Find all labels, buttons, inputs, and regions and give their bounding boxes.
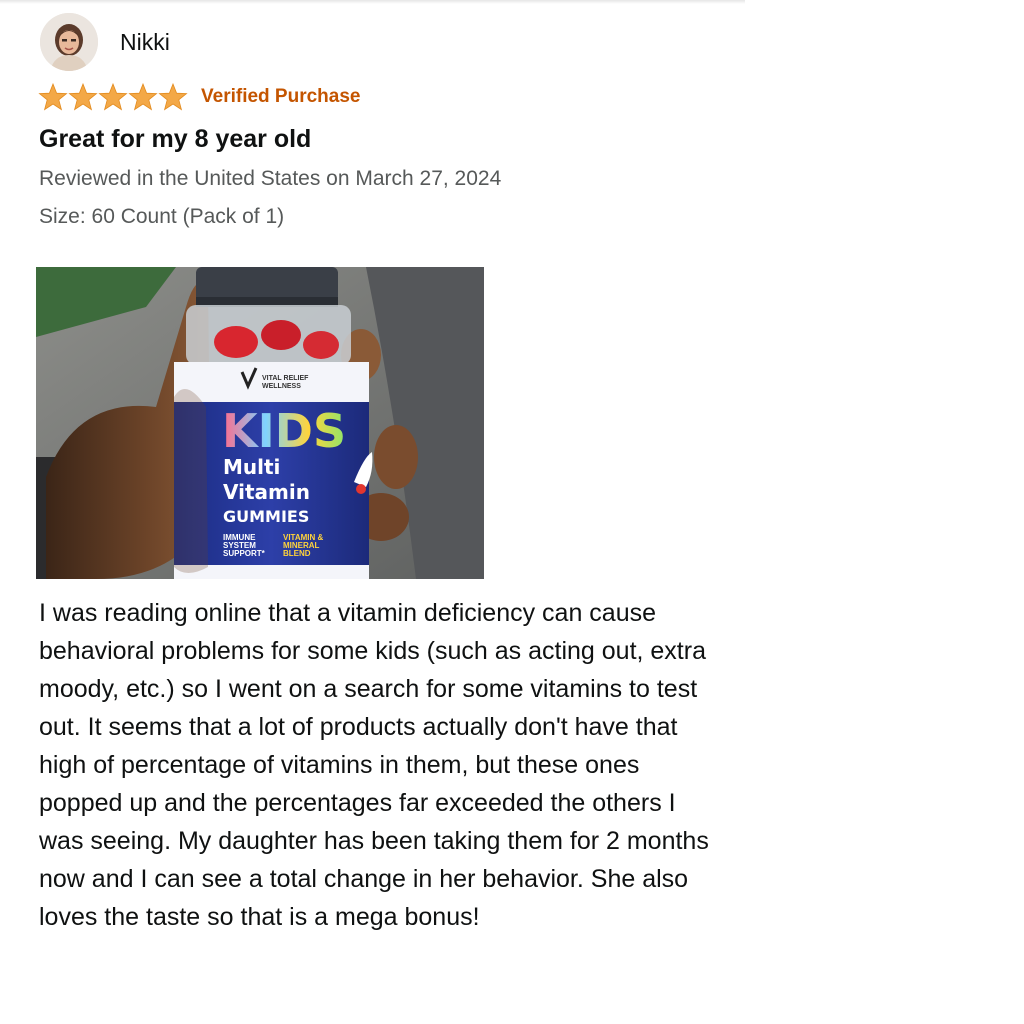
verified-purchase-badge: Verified Purchase [201, 86, 361, 107]
review-photo[interactable]: VITAL RELIEF WELLNESS KIDS Multi Vitamin… [36, 267, 484, 579]
star-icon [68, 83, 98, 111]
svg-text:BLEND: BLEND [283, 549, 311, 558]
review-body-text: I was reading online that a vitamin defi… [39, 599, 709, 931]
reviewer-avatar[interactable] [40, 13, 98, 71]
star-icon [38, 83, 68, 111]
star-icon [128, 83, 158, 111]
svg-text:KIDS: KIDS [222, 404, 346, 458]
rating-row: Verified Purchase [38, 82, 360, 112]
reviewer-name[interactable]: Nikki [120, 27, 170, 57]
svg-text:WELLNESS: WELLNESS [262, 383, 301, 390]
vitamin-bottle-photo: VITAL RELIEF WELLNESS KIDS Multi Vitamin… [36, 267, 484, 579]
svg-text:SUPPORT*: SUPPORT* [223, 549, 266, 558]
top-divider [0, 0, 745, 4]
svg-text:VITAL RELIEF: VITAL RELIEF [262, 375, 309, 382]
svg-text:Vitamin: Vitamin [223, 480, 310, 504]
star-icon [158, 83, 188, 111]
star-icon [98, 83, 128, 111]
review-title: Great for my 8 year old [39, 125, 312, 153]
svg-text:Multi: Multi [223, 455, 280, 479]
review-date: Reviewed in the United States on March 2… [39, 167, 502, 190]
product-variant: Size: 60 Count (Pack of 1) [39, 205, 285, 228]
user-avatar-photo-icon [40, 13, 98, 71]
svg-text:GUMMIES: GUMMIES [223, 507, 309, 526]
